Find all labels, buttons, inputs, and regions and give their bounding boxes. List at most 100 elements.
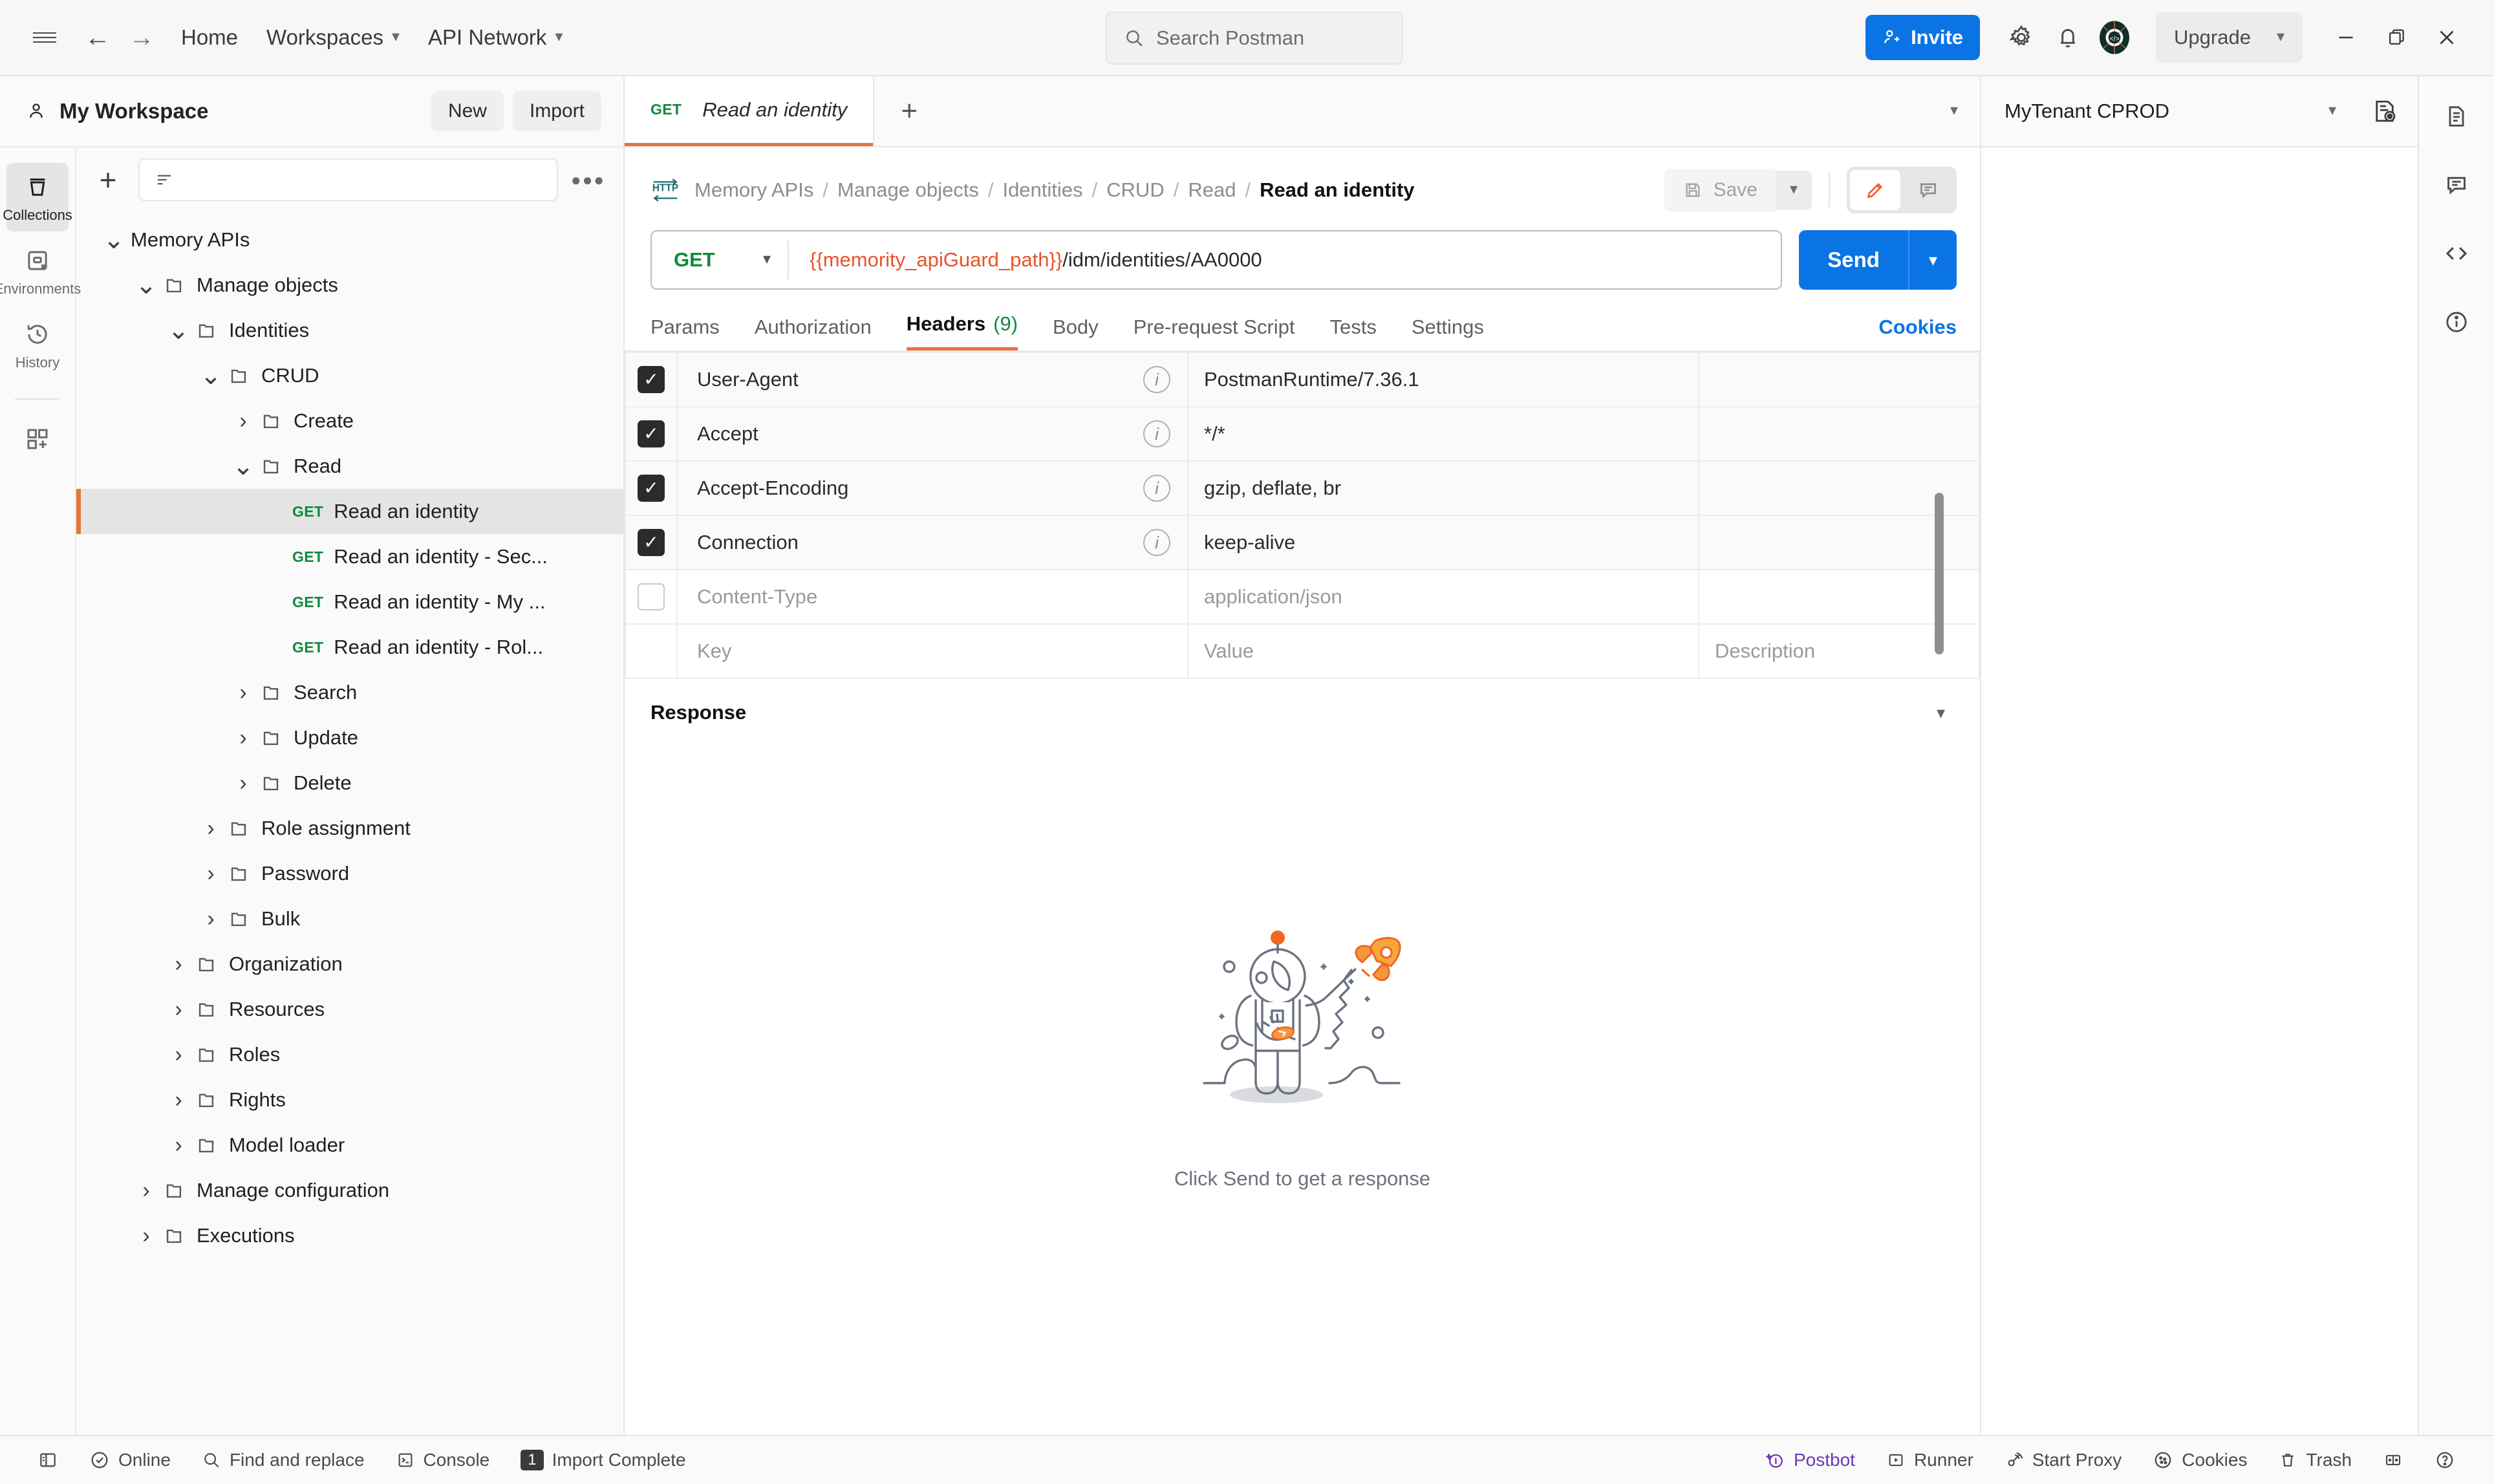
table-row[interactable]: KeyValueDescription xyxy=(625,624,1979,678)
chevron-right-icon[interactable]: › xyxy=(226,771,260,796)
workspace-selector[interactable]: My Workspace xyxy=(26,99,208,124)
info-icon[interactable]: i xyxy=(1143,420,1170,447)
header-checkbox[interactable]: ✓ xyxy=(638,420,665,447)
invite-button[interactable]: Invite xyxy=(1865,15,1980,60)
table-row[interactable]: ✓Accept-Encodingigzip, deflate, br xyxy=(625,461,1979,515)
postbot-button[interactable]: Postbot xyxy=(1749,1450,1871,1470)
arrow-right-icon[interactable]: → xyxy=(123,19,160,56)
home-link[interactable]: Home xyxy=(167,17,252,58)
import-complete-status[interactable]: 1 Import Complete xyxy=(505,1450,701,1470)
tree-folder-item[interactable]: ›Search xyxy=(76,670,623,715)
chevron-right-icon[interactable]: › xyxy=(194,907,228,932)
info-icon[interactable]: i xyxy=(1143,366,1170,393)
chevron-right-icon[interactable]: › xyxy=(162,1088,195,1113)
tree-folder-item[interactable]: ›Rights xyxy=(76,1077,623,1123)
add-module-button[interactable] xyxy=(6,415,69,460)
import-button[interactable]: Import xyxy=(513,91,601,131)
table-row[interactable]: Content-Typeapplication/json xyxy=(625,570,1979,624)
sidebar-item-environments[interactable]: Environments xyxy=(6,237,69,305)
chevron-right-icon[interactable]: › xyxy=(226,680,260,705)
breadcrumb-item[interactable]: Identities xyxy=(1002,178,1082,202)
header-key-cell[interactable]: Connectioni xyxy=(677,515,1188,570)
breadcrumb-item[interactable]: Manage objects xyxy=(837,178,979,202)
tab-authorization[interactable]: Authorization xyxy=(755,316,872,350)
chevron-down-icon[interactable]: ⌄ xyxy=(194,369,228,383)
tree-folder-item[interactable]: ›Organization xyxy=(76,941,623,987)
tab-settings[interactable]: Settings xyxy=(1412,316,1484,350)
tree-folder-item[interactable]: ›Role assignment xyxy=(76,806,623,851)
bell-icon[interactable] xyxy=(2045,14,2091,61)
tree-folder-item[interactable]: ›Resources xyxy=(76,987,623,1032)
tree-request-item[interactable]: GETRead an identity xyxy=(76,489,623,534)
chevron-down-icon[interactable]: ⌄ xyxy=(226,459,260,473)
sidebar-toggle-button[interactable] xyxy=(22,1450,74,1470)
find-and-replace-button[interactable]: Find and replace xyxy=(186,1450,380,1470)
chevron-down-icon[interactable]: ⌄ xyxy=(97,233,131,247)
tree-folder-item[interactable]: ›Update xyxy=(76,715,623,760)
header-value-cell[interactable]: application/json xyxy=(1188,570,1699,624)
table-row[interactable]: ✓Connectionikeep-alive xyxy=(625,515,1979,570)
url-input[interactable]: {{memority_apiGuard_path}}/idm/identitie… xyxy=(789,248,1283,272)
online-status[interactable]: Online xyxy=(74,1450,186,1470)
comments-icon[interactable] xyxy=(2431,159,2482,211)
tab-tests[interactable]: Tests xyxy=(1330,316,1377,350)
chevron-right-icon[interactable]: › xyxy=(129,1223,163,1249)
maximize-icon[interactable] xyxy=(2371,12,2422,63)
sidebar-item-collections[interactable]: Collections xyxy=(6,163,69,231)
tree-request-item[interactable]: GETRead an identity - Rol... xyxy=(76,625,623,670)
header-key-cell[interactable]: Accepti xyxy=(677,407,1188,461)
hamburger-icon[interactable] xyxy=(26,19,63,56)
header-value-cell[interactable]: */* xyxy=(1188,407,1699,461)
chevron-right-icon[interactable]: › xyxy=(162,952,195,977)
tree-folder-item[interactable]: ⌄Read xyxy=(76,444,623,489)
request-tab-read-an-identity[interactable]: GET Read an identity xyxy=(625,76,873,146)
upgrade-button[interactable]: Upgrade ▾ xyxy=(2156,12,2303,63)
headers-table-scrollbar[interactable] xyxy=(1935,493,1944,654)
info-icon[interactable]: i xyxy=(1143,475,1170,502)
tab-params[interactable]: Params xyxy=(650,316,720,350)
environment-selector[interactable]: MyTenant CPROD ▾ xyxy=(1980,76,2418,147)
chevron-right-icon[interactable]: › xyxy=(194,816,228,841)
chevron-right-icon[interactable]: › xyxy=(162,1042,195,1068)
environment-quick-look-icon[interactable] xyxy=(2371,98,2398,125)
minimize-icon[interactable] xyxy=(2321,12,2371,63)
http-method-selector[interactable]: GET ▾ xyxy=(652,248,788,272)
header-key-cell[interactable]: Accept-Encodingi xyxy=(677,461,1188,515)
avatar-icon[interactable]: </> xyxy=(2091,14,2138,61)
tree-request-item[interactable]: GETRead an identity - My ... xyxy=(76,579,623,625)
header-key-cell[interactable]: Content-Type xyxy=(677,570,1188,624)
table-row[interactable]: ✓ Accepti*/* xyxy=(625,407,1979,461)
breadcrumb-item[interactable]: CRUD xyxy=(1106,178,1165,202)
edit-mode-button[interactable] xyxy=(1850,170,1900,210)
search-input[interactable] xyxy=(138,158,558,201)
breadcrumb-item[interactable]: Read xyxy=(1188,178,1236,202)
trash-button[interactable]: Trash xyxy=(2263,1450,2367,1470)
help-button[interactable] xyxy=(2419,1450,2471,1470)
tree-folder-item[interactable]: ⌄Manage objects xyxy=(76,263,623,308)
save-options-button[interactable]: ▾ xyxy=(1776,171,1812,210)
header-checkbox[interactable]: ✓ xyxy=(638,475,665,502)
chevron-down-icon[interactable]: ⌄ xyxy=(129,278,163,292)
header-value-cell[interactable]: PostmanRuntime/7.36.1 xyxy=(1188,352,1699,407)
chevron-right-icon[interactable]: › xyxy=(129,1178,163,1203)
close-icon[interactable] xyxy=(2422,12,2472,63)
comment-mode-button[interactable] xyxy=(1903,170,1953,210)
tab-pre-request-script[interactable]: Pre-request Script xyxy=(1134,316,1295,350)
new-item-button[interactable]: + xyxy=(91,162,125,197)
tree-folder-item[interactable]: ›Roles xyxy=(76,1032,623,1077)
chevron-down-icon[interactable]: ⌄ xyxy=(162,323,195,338)
header-description-cell[interactable] xyxy=(1699,407,1979,461)
header-description-cell[interactable] xyxy=(1699,352,1979,407)
tab-overflow-button[interactable]: ▾ xyxy=(1950,76,1980,146)
tree-folder-item[interactable]: ›Model loader xyxy=(76,1123,623,1168)
send-options-icon[interactable]: ▾ xyxy=(1909,250,1957,270)
tree-folder-item[interactable]: ⌄Identities xyxy=(76,308,623,353)
tree-folder-item[interactable]: ›Manage configuration xyxy=(76,1168,623,1213)
header-value-cell[interactable]: keep-alive xyxy=(1188,515,1699,570)
header-value-cell[interactable]: Value xyxy=(1188,624,1699,678)
cookies-button[interactable]: Cookies xyxy=(2137,1450,2263,1470)
code-snippet-icon[interactable] xyxy=(2431,228,2482,279)
breadcrumb-item[interactable]: Memory APIs xyxy=(694,178,813,202)
table-row[interactable]: ✓User-AgentiPostmanRuntime/7.36.1 xyxy=(625,352,1979,407)
new-tab-button[interactable]: + xyxy=(873,76,944,146)
